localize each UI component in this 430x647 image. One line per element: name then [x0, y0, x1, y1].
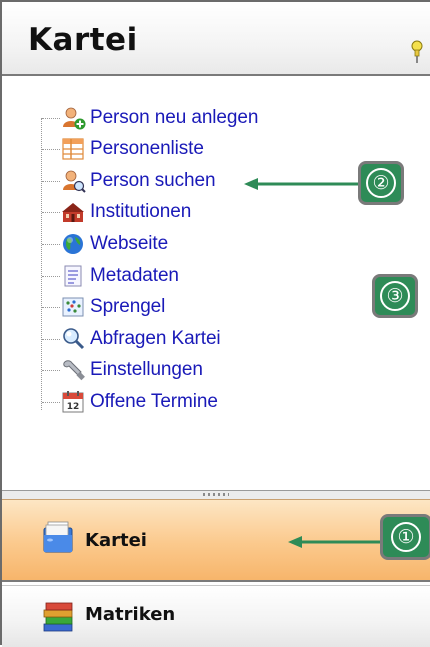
splitter-grip[interactable] [203, 493, 229, 496]
calendar-day: 12 [67, 402, 80, 412]
tree-item-label: Abfragen Kartei [90, 328, 221, 349]
tree-item-label: Person neu anlegen [90, 107, 259, 128]
tree-item-label: Sprengel [90, 296, 166, 317]
wrench-icon [63, 360, 85, 381]
calendar-icon: 12 [62, 391, 84, 413]
callout-two-label: ② [366, 168, 396, 198]
magnifier-icon [63, 328, 85, 350]
tree-item-institutionen[interactable]: Institutionen [42, 198, 191, 226]
tree-item-person-neu-anlegen[interactable]: Person neu anlegen [42, 104, 258, 132]
tree-item-einstellungen[interactable]: Einstellungen [42, 356, 203, 384]
tree-item-label: Webseite [90, 233, 169, 254]
callout-three: ③ [372, 274, 418, 318]
callout-one-label: ① [391, 522, 421, 552]
tree-item-label: Person suchen [90, 170, 216, 191]
panel-title: Kartei [28, 22, 138, 58]
tree-item-person-suchen[interactable]: Person suchen [42, 167, 216, 195]
nav-button-matriken[interactable]: Matriken [2, 585, 430, 647]
arrow-to-person-suchen [244, 178, 364, 190]
nav-button-kartei-label: Kartei [85, 530, 147, 551]
navigation-panel: Kartei Person neu anlegen Personenliste … [0, 0, 430, 647]
tree-item-label: Offene Termine [90, 391, 218, 412]
tree-item-label: Einstellungen [90, 359, 203, 380]
callout-three-label: ③ [380, 281, 410, 311]
tree-item-label: Institutionen [90, 201, 192, 222]
person-add-icon [63, 107, 86, 130]
tree-item-label: Personenliste [90, 138, 204, 159]
globe-icon [63, 234, 83, 254]
books-icon [43, 602, 73, 632]
tree-item-webseite[interactable]: Webseite [42, 230, 168, 258]
nav-button-matriken-label: Matriken [85, 604, 176, 625]
metadata-icon [64, 265, 82, 287]
arrow-to-kartei [288, 536, 384, 548]
institution-icon [62, 203, 84, 222]
callout-one: ① [380, 514, 430, 560]
nav-button-kartei[interactable]: Kartei ① [2, 499, 430, 582]
callout-two: ② [358, 161, 404, 205]
tree-item-metadaten[interactable]: Metadaten [42, 262, 179, 290]
panel-header: Kartei [2, 2, 430, 76]
tree-item-offene-termine[interactable]: 12 Offene Termine [42, 388, 218, 416]
list-icon [62, 138, 84, 160]
card-box-icon [43, 521, 73, 553]
tree-item-abfragen-kartei[interactable]: Abfragen Kartei [42, 325, 221, 353]
tree-item-personenliste[interactable]: Personenliste [42, 135, 204, 163]
pin-icon[interactable] [406, 38, 430, 64]
map-icon [62, 297, 84, 317]
tree-item-sprengel[interactable]: Sprengel [42, 293, 165, 321]
person-search-icon [63, 170, 86, 193]
tree-item-label: Metadaten [90, 265, 179, 286]
